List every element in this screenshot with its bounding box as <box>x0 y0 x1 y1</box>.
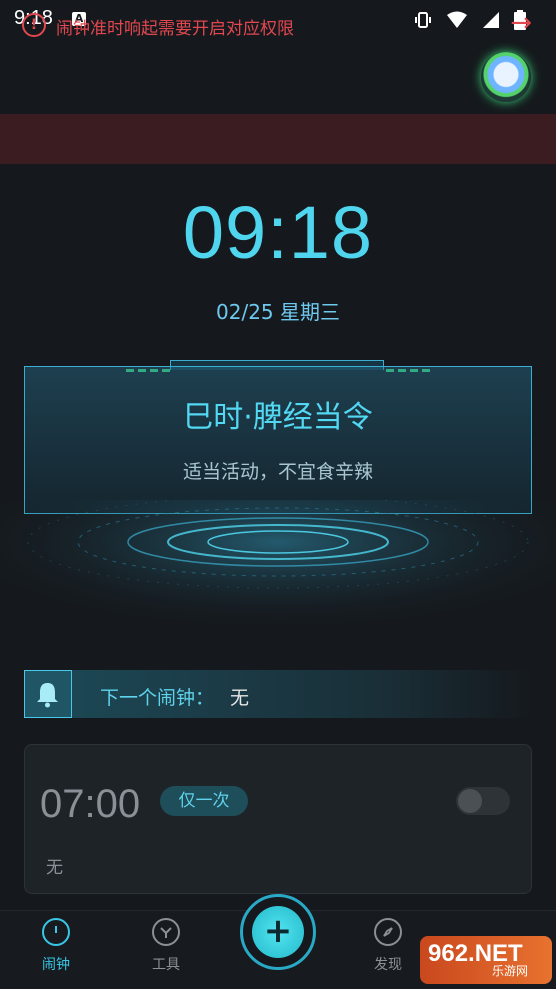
meridian-title: 巳时·脾经当令 <box>183 400 373 435</box>
nav-item-tools[interactable]: 工具 <box>126 918 206 974</box>
avatar[interactable] <box>481 52 531 102</box>
alarm-clock-icon <box>42 918 70 946</box>
compass-icon <box>374 918 402 946</box>
bell-icon <box>37 683 58 708</box>
next-alarm-label: 下一个闹钟： <box>100 687 215 709</box>
warning-icon: ! <box>22 13 46 37</box>
nav-item-discover[interactable]: 发现 <box>348 918 428 974</box>
permission-banner[interactable] <box>0 114 556 164</box>
wifi-icon <box>447 11 467 28</box>
vibrate-icon <box>415 12 431 28</box>
status-icons <box>414 10 526 30</box>
meridian-advice: 适当活动，不宜食辛辣 <box>182 461 373 483</box>
next-alarm-value: 无 <box>230 687 250 709</box>
hologram-rings-graphic <box>0 500 556 650</box>
nav-item-alarm[interactable]: 闹钟 <box>16 918 96 974</box>
signal-icon <box>483 12 499 28</box>
nav-label-tools: 工具 <box>152 957 180 973</box>
nav-label-alarm: 闹钟 <box>42 957 70 973</box>
meridian-panel <box>24 366 532 514</box>
permission-banner-text: 闹钟准时响起需要开启对应权限 <box>56 19 294 39</box>
add-alarm-button[interactable]: + <box>252 906 304 958</box>
current-date: 02/25 星期三 <box>216 300 340 324</box>
current-time: 09:18 <box>182 191 374 274</box>
repeat-badge: 仅一次 <box>160 786 248 816</box>
alarm-note: 无 <box>46 858 63 878</box>
alarm-toggle-knob <box>458 789 482 813</box>
watermark-site-name: 乐游网 <box>492 964 529 978</box>
tools-icon <box>152 918 180 946</box>
bell-icon-box <box>24 670 72 718</box>
arrow-right-icon[interactable]: → <box>510 8 532 38</box>
alarm-time: 07:00 <box>40 782 141 826</box>
nav-label-discover: 发现 <box>374 957 402 973</box>
